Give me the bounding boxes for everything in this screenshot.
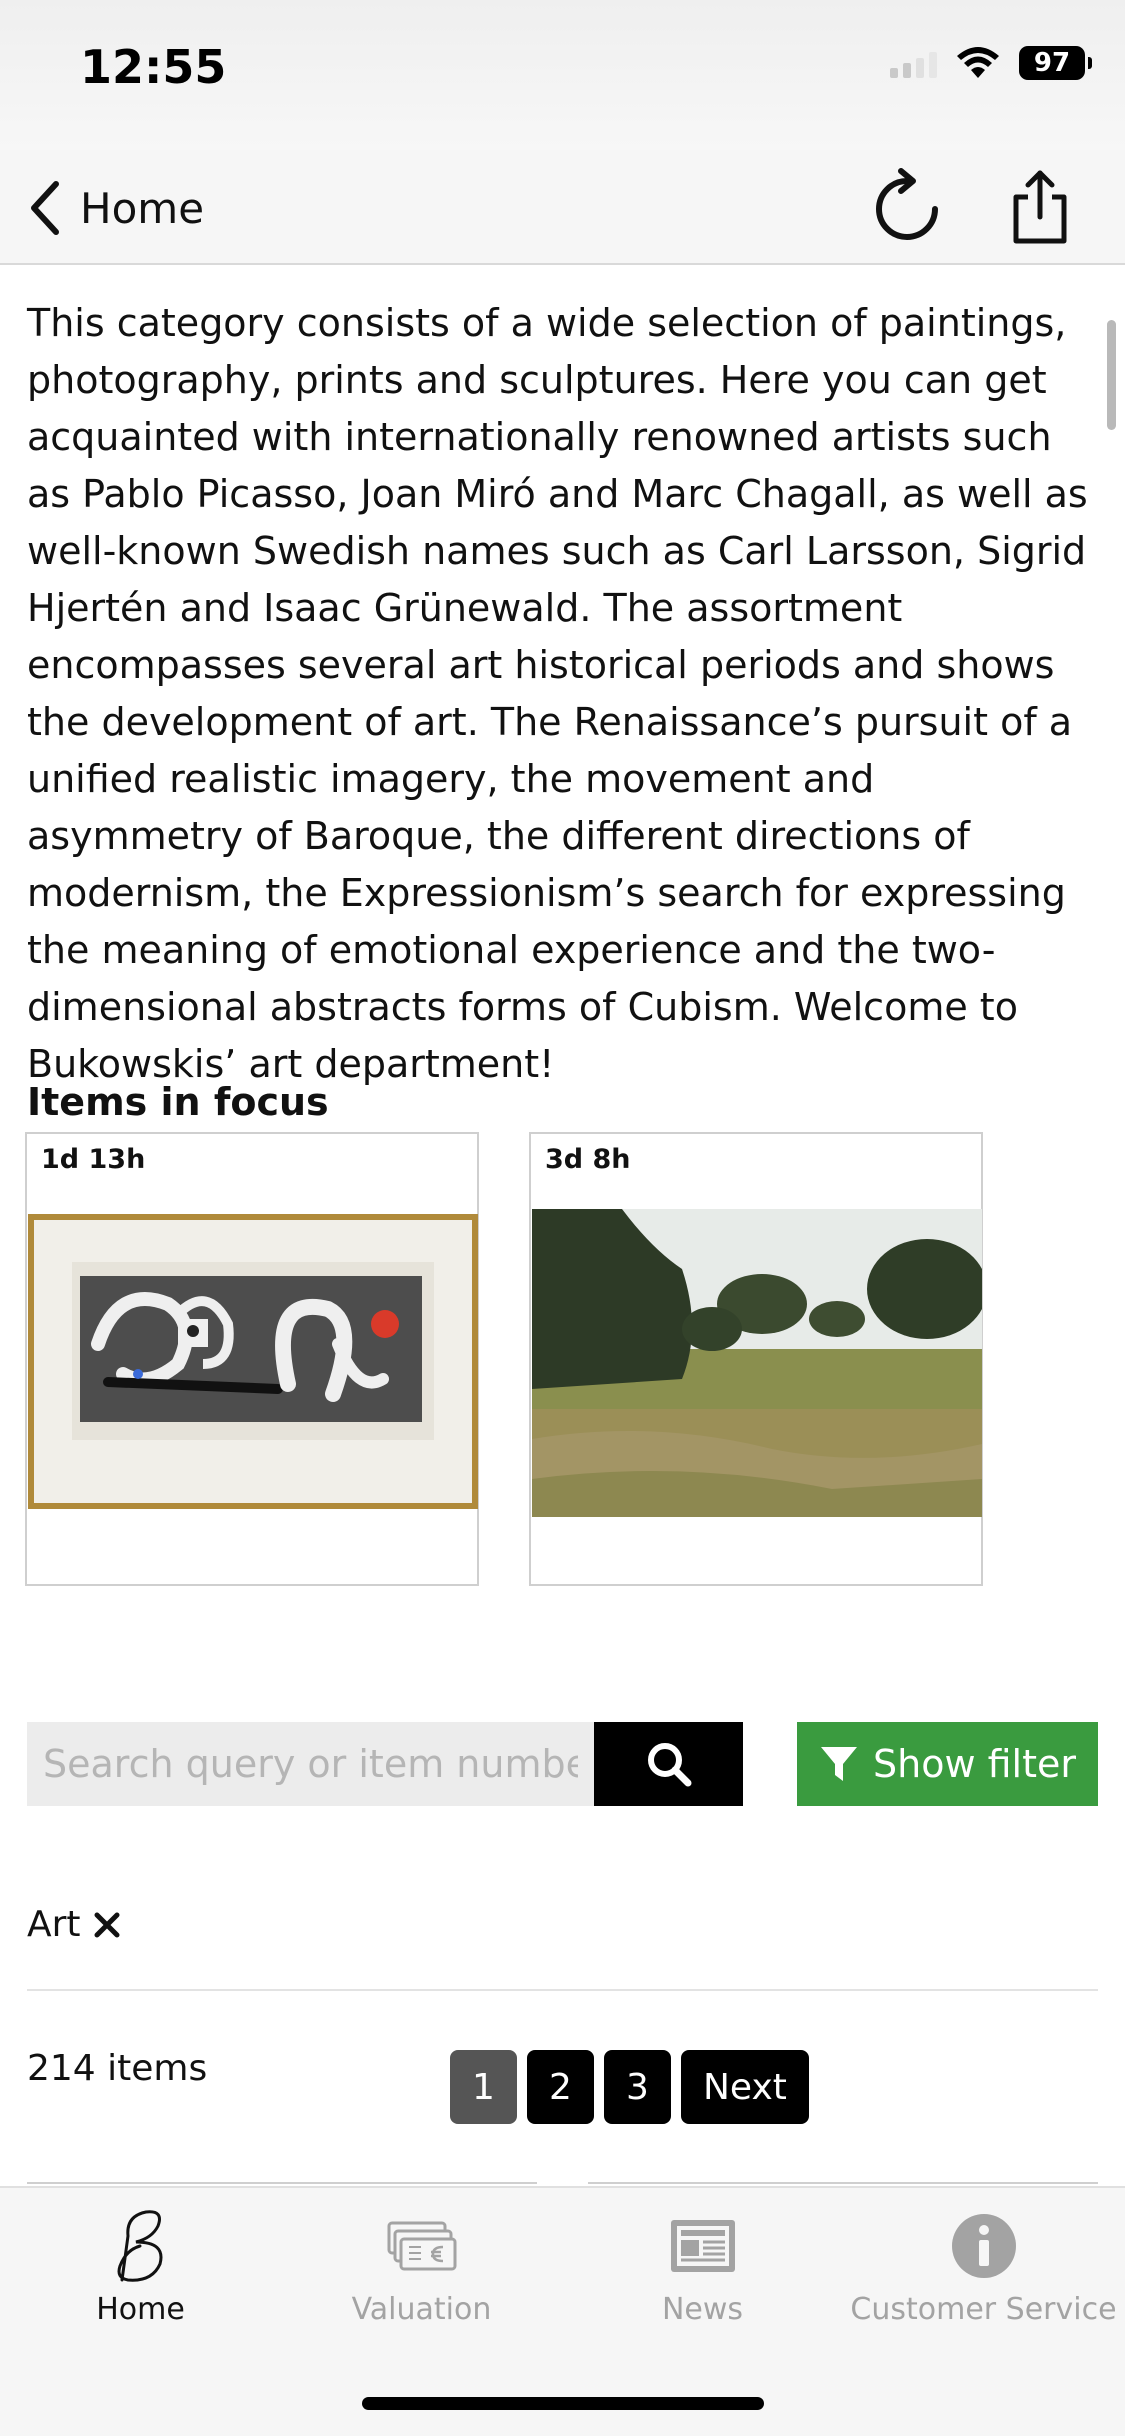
tab-customer-service[interactable]: Customer Service <box>843 2206 1124 2336</box>
tag-label: Art <box>27 1904 81 1945</box>
active-filter-tag[interactable]: Art <box>27 1904 121 1945</box>
show-filter-button[interactable]: Show filter <box>797 1722 1098 1806</box>
tab-home[interactable]: Home <box>0 2206 281 2336</box>
item-count: 214 items <box>27 2048 208 2089</box>
result-card-edge <box>588 2182 1098 2184</box>
newspaper-icon <box>670 2220 735 2272</box>
tab-label: Customer Service <box>850 2292 1117 2327</box>
close-icon[interactable] <box>93 1911 121 1939</box>
time-left: 3d 8h <box>545 1144 631 1175</box>
pagination: 1 2 3 Next <box>450 2050 809 2124</box>
tab-label: News <box>661 2292 744 2327</box>
battery-icon: 97 <box>1019 46 1092 80</box>
search-icon <box>647 1743 691 1787</box>
share-button[interactable] <box>995 162 1085 252</box>
page-button-2[interactable]: 2 <box>527 2050 594 2124</box>
bukowskis-logo-icon <box>117 2210 162 2282</box>
result-card-edge <box>27 2182 537 2184</box>
search-button[interactable] <box>594 1722 743 1806</box>
wifi-icon <box>957 47 999 78</box>
home-indicator[interactable] <box>362 2397 764 2410</box>
banknotes-icon <box>387 2221 456 2271</box>
next-page-button[interactable]: Next <box>681 2050 809 2124</box>
tab-news[interactable]: News <box>562 2206 843 2336</box>
status-time: 12:55 <box>80 40 227 94</box>
scroll-indicator[interactable] <box>1107 320 1116 430</box>
items-in-focus-heading: Items in focus <box>27 1080 329 1124</box>
tab-label: Home <box>96 2292 185 2327</box>
tab-valuation[interactable]: Valuation <box>281 2206 562 2336</box>
back-button[interactable]: Home <box>24 168 204 248</box>
page-button-3[interactable]: 3 <box>604 2050 671 2124</box>
category-description: This category consists of a wide selecti… <box>27 301 1088 1086</box>
chevron-left-icon <box>31 181 59 235</box>
cellular-signal-icon <box>890 48 937 78</box>
focus-item-card[interactable]: 3d 8h <box>529 1132 983 1586</box>
navigation-bar: Home <box>0 150 1125 265</box>
artwork-thumbnail <box>28 1214 478 1509</box>
filter-icon <box>820 1747 857 1781</box>
share-icon <box>1013 170 1067 244</box>
page-button-1[interactable]: 1 <box>450 2050 517 2124</box>
tab-label: Valuation <box>351 2292 492 2327</box>
divider <box>27 1989 1098 1991</box>
refresh-button[interactable] <box>862 162 952 252</box>
search-input[interactable] <box>27 1722 594 1806</box>
artwork-thumbnail <box>532 1209 982 1517</box>
time-left: 1d 13h <box>41 1144 146 1175</box>
info-icon <box>951 2214 1016 2278</box>
show-filter-label: Show filter <box>872 1742 1076 1786</box>
refresh-icon <box>876 168 938 240</box>
status-bar: 12:55 97 <box>0 0 1125 150</box>
back-label: Home <box>80 183 205 233</box>
status-indicators: 97 <box>890 46 1092 80</box>
focus-item-card[interactable]: 1d 13h <box>25 1132 479 1586</box>
